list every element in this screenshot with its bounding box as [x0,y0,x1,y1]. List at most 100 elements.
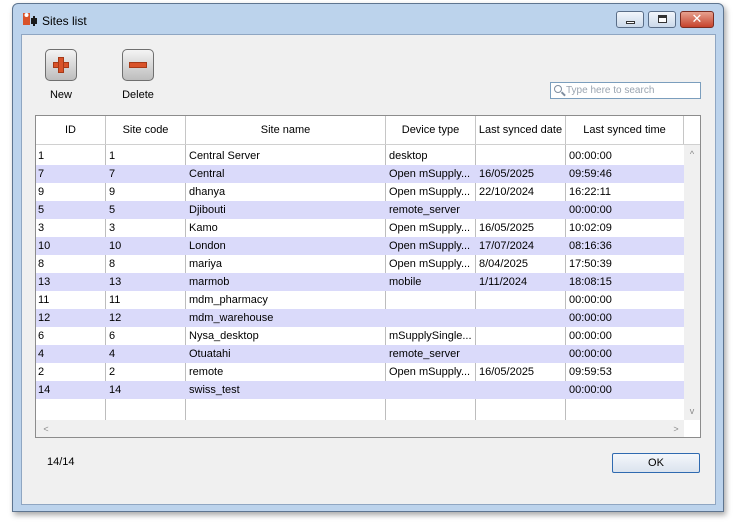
cell-last-synced-date: 16/05/2025 [479,222,535,234]
cell-last-synced-time: 08:16:36 [569,240,612,252]
new-button[interactable] [45,49,77,81]
title-bar[interactable]: Sites list ✕ [13,4,723,34]
search-box[interactable] [550,82,701,99]
cell-site-code: 2 [109,366,116,378]
close-icon: ✕ [691,11,703,26]
table-header: ID Site code Site name Device type Last … [36,116,700,145]
scroll-up-icon[interactable]: ^ [684,147,700,161]
table-row[interactable]: 6 6 Nysa_desktop mSupplySingle... 00:00:00 [36,327,684,345]
table-row[interactable]: 1 1 Central Server desktop 00:00:00 [36,147,684,165]
cell-last-synced-date: 17/07/2024 [479,240,535,252]
maximize-button[interactable] [648,11,676,28]
column-header-site-name[interactable]: Site name [186,116,386,144]
app-icon [23,13,37,26]
cell-last-synced-time: 00:00:00 [569,204,612,216]
delete-label[interactable]: Delete [108,89,168,101]
column-header-last-synced-date[interactable]: Last synced date [476,116,566,144]
cell-device-type [387,291,475,309]
table-row[interactable]: 14 14 swiss_test 00:00:00 [36,381,684,399]
cell-device-type [387,309,475,327]
cell-id: 11 [38,294,50,306]
column-header-device-type[interactable]: Device type [386,116,476,144]
table-row[interactable]: 3 3 Kamo Open mSupply... 16/05/2025 10:02:09 [36,219,684,237]
cell-site-code: 6 [109,330,116,342]
empty-row [36,399,684,417]
scroll-down-icon[interactable]: v [684,404,700,418]
table-row[interactable]: 8 8 mariya Open mSupply... 8/04/2025 17:50:39 [36,255,684,273]
table-row[interactable]: 10 10 London Open mSupply... 17/07/2024 08:16… [36,237,684,255]
vertical-scrollbar[interactable]: ^ v [684,145,700,420]
cell-site-name: dhanya [189,186,226,198]
scroll-right-icon[interactable]: > [668,422,684,436]
cell-last-synced-time: 00:00:00 [569,312,612,324]
cell-device-type: Open mSupply... [389,258,471,270]
cell-site-code: 5 [109,204,116,216]
cell-id: 1 [38,150,45,162]
ok-button[interactable]: OK [612,453,700,473]
cell-id: 3 [38,222,45,234]
column-header-filler [684,116,700,144]
cell-site-code: 4 [109,348,116,360]
cell-last-synced-date [477,327,565,345]
cell-id: 14 [38,384,51,396]
cell-site-code: 9 [109,186,116,198]
cell-device-type: Open mSupply... [389,222,471,234]
cell-site-code: 1 [109,150,116,162]
minus-icon [129,62,147,68]
table-row[interactable]: 2 2 remote Open mSupply... 16/05/2025 09:59:5… [36,363,684,381]
cell-site-name: mdm_warehouse [189,312,274,324]
cell-last-synced-date: 16/05/2025 [479,168,535,180]
cell-site-code: 10 [109,240,122,252]
cell-last-synced-date [477,201,565,219]
cell-id: 4 [38,348,45,360]
cell-last-synced-time: 00:00:00 [569,294,612,306]
table-row[interactable]: 4 4 Otuatahi remote_server 00:00:00 [36,345,684,363]
cell-site-code: 13 [109,276,122,288]
cell-last-synced-time: 09:59:53 [569,366,612,378]
horizontal-scrollbar[interactable]: < > [36,420,684,437]
cell-device-type: Open mSupply... [389,168,471,180]
column-header-site-code[interactable]: Site code [106,116,186,144]
table-row[interactable]: 13 13 marmob mobile 1/11/2024 18:08:15 [36,273,684,291]
cell-id: 10 [38,240,51,252]
cell-device-type: Open mSupply... [389,240,471,252]
cell-last-synced-time: 00:00:00 [569,384,612,396]
table-row[interactable]: 5 5 Djibouti remote_server 00:00:00 [36,201,684,219]
close-button[interactable]: ✕ [680,11,714,28]
cell-device-type: Open mSupply... [389,366,471,378]
table-row[interactable]: 12 12 mdm_warehouse 00:00:00 [36,309,684,327]
column-header-last-synced-time[interactable]: Last synced time [566,116,684,144]
cell-site-name: Djibouti [189,204,226,216]
cell-site-name: Central Server [189,150,260,162]
search-icon [554,85,562,93]
table-row[interactable]: 11 11 mdm_pharmacy 00:00:00 [36,291,684,309]
cell-last-synced-date [477,147,565,165]
scroll-left-icon[interactable]: < [38,422,54,436]
cell-device-type: desktop [389,150,428,162]
cell-site-name: mdm_pharmacy [189,294,268,306]
cell-last-synced-time: 00:00:00 [569,330,612,342]
cell-site-name: Otuatahi [189,348,231,360]
minimize-button[interactable] [616,11,644,28]
cell-site-name: Nysa_desktop [189,330,259,342]
cell-last-synced-date [477,345,565,363]
table-row[interactable]: 9 9 dhanya Open mSupply... 22/10/2024 16:22:1… [36,183,684,201]
cell-last-synced-date [477,309,565,327]
table-body: 1 1 Central Server desktop 00:00:00 7 7 Central… [36,147,684,417]
sites-table: ID Site code Site name Device type Last … [35,115,701,438]
cell-id: 12 [38,312,51,324]
delete-button[interactable] [122,49,154,81]
cell-site-name: Kamo [189,222,218,234]
cell-last-synced-date [477,291,565,309]
cell-last-synced-date: 16/05/2025 [479,366,535,378]
new-label[interactable]: New [31,89,91,101]
column-header-id[interactable]: ID [36,116,106,144]
record-count: 14/14 [47,456,75,468]
table-row[interactable]: 7 7 Central Open mSupply... 16/05/2025 09:59:… [36,165,684,183]
cell-site-name: marmob [189,276,230,288]
search-input[interactable] [566,84,698,97]
cell-site-name: mariya [189,258,223,270]
cell-site-code: 3 [109,222,116,234]
cell-site-code: 12 [109,312,122,324]
cell-device-type: Open mSupply... [389,186,471,198]
